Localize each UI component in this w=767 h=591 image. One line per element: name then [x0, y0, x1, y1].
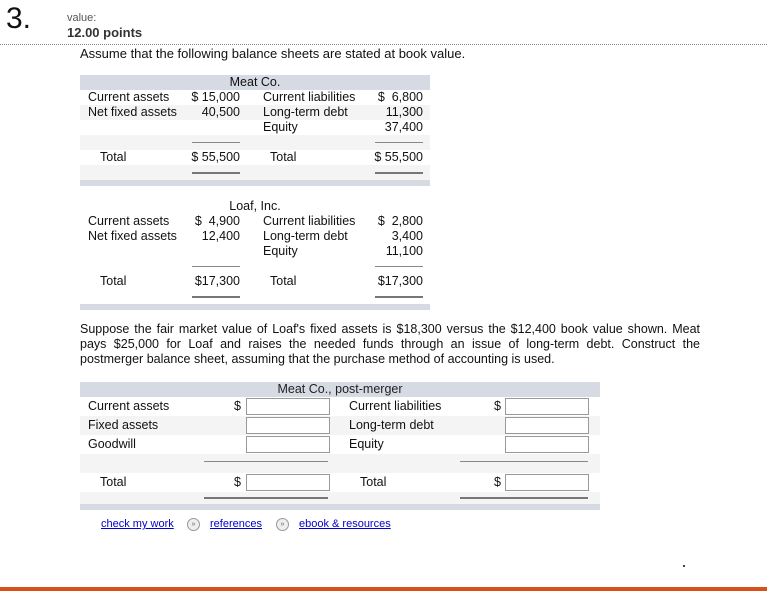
value: 3,400	[391, 229, 423, 243]
rule	[204, 461, 328, 462]
rule	[375, 142, 423, 143]
dollar: $	[234, 399, 241, 413]
dollar: $	[494, 399, 501, 413]
value: $ 2,800	[377, 214, 423, 228]
expand-icon[interactable]: »	[187, 518, 200, 531]
label: Current liabilities	[349, 399, 442, 413]
current-liabilities-input[interactable]	[505, 398, 589, 415]
label: Total	[100, 274, 127, 288]
label: Goodwill	[88, 437, 136, 451]
label: Current assets	[88, 90, 170, 104]
label: Long-term debt	[263, 229, 348, 243]
label: Equity	[349, 437, 384, 451]
goodwill-input[interactable]	[246, 436, 330, 453]
label: Current assets	[88, 399, 170, 413]
fixed-assets-input[interactable]	[246, 417, 330, 434]
dollar: $	[234, 475, 241, 489]
label: Net fixed assets	[88, 229, 177, 243]
rule	[375, 172, 423, 174]
rule	[204, 497, 328, 499]
label: Total	[100, 475, 127, 489]
label: Net fixed assets	[88, 105, 177, 119]
table-title: Loaf, Inc.	[80, 199, 430, 214]
value: $17,300	[194, 274, 240, 288]
value: $ 4,900	[194, 214, 240, 228]
table-footer	[80, 504, 600, 510]
value: 11,100	[385, 244, 423, 258]
value: 11,300	[385, 105, 423, 119]
label: Total	[100, 150, 127, 164]
dollar: $	[494, 475, 501, 489]
ebook-resources-link[interactable]: ebook & resources	[299, 518, 391, 530]
table-title: Meat Co., post-merger	[80, 382, 600, 397]
value: 40,500	[201, 105, 240, 119]
value: $ 6,800	[377, 90, 423, 104]
table-footer	[80, 304, 430, 310]
label: Current assets	[88, 214, 170, 228]
rule	[460, 497, 588, 499]
value-label: value:	[67, 12, 97, 24]
value: $ 15,000	[191, 90, 240, 104]
references-link[interactable]: references	[210, 518, 262, 530]
post-merger-balance-sheet: Meat Co., post-merger Current assets $ Cur…	[80, 382, 600, 510]
long-term-debt-input[interactable]	[505, 417, 589, 434]
value: 37,400	[384, 120, 423, 134]
rule	[192, 296, 240, 298]
expand-icon[interactable]: »	[276, 518, 289, 531]
current-assets-input[interactable]	[246, 398, 330, 415]
rule	[375, 266, 423, 267]
value: 12,400	[201, 229, 240, 243]
question-number: 3.	[6, 2, 32, 35]
rule	[460, 461, 588, 462]
loaf-balance-sheet: Loaf, Inc. Current assets $ 4,900 Current …	[80, 199, 430, 310]
label: Fixed assets	[88, 418, 159, 432]
rule	[192, 266, 240, 267]
rule	[375, 296, 423, 298]
value: $17,300	[377, 274, 423, 288]
total-claims-input[interactable]	[505, 474, 589, 491]
label: Current liabilities	[263, 214, 356, 228]
table-footer	[80, 180, 430, 186]
equity-input[interactable]	[505, 436, 589, 453]
dot	[683, 565, 685, 567]
total-assets-input[interactable]	[246, 474, 330, 491]
divider	[0, 44, 767, 45]
rule	[192, 172, 240, 174]
label: Equity	[263, 244, 298, 258]
intro-text: Assume that the following balance sheets…	[80, 46, 466, 61]
points: 12.00 points	[67, 25, 143, 40]
label: Total	[360, 475, 387, 489]
value: $ 55,500	[191, 150, 240, 164]
label: Equity	[263, 120, 298, 134]
meat-balance-sheet: Meat Co. Current assets $ 15,000 Current l…	[80, 75, 430, 186]
table-title: Meat Co.	[80, 75, 430, 90]
check-my-work-link[interactable]: check my work	[101, 518, 174, 530]
label: Total	[270, 150, 297, 164]
label: Long-term debt	[263, 105, 348, 119]
problem-text: Suppose the fair market value of Loaf's …	[80, 322, 700, 366]
label: Long-term debt	[349, 418, 434, 432]
rule	[192, 142, 240, 143]
label: Current liabilities	[263, 90, 356, 104]
value: $ 55,500	[374, 150, 423, 164]
label: Total	[270, 274, 297, 288]
bottom-accent-bar	[0, 587, 767, 591]
